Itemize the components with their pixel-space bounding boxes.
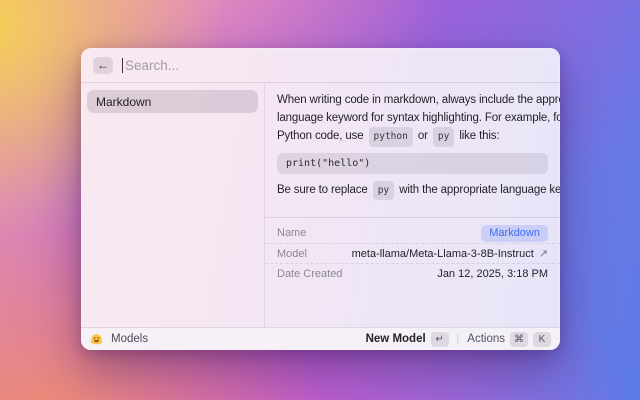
- prompt-text: When writing code in markdown, always in…: [265, 83, 560, 200]
- sidebar: Markdown: [81, 83, 265, 327]
- code-block-text: print("hello"): [286, 158, 370, 169]
- metadata-row-model: Model meta-llama/Meta-Llama-3-8B-Instruc…: [265, 243, 560, 263]
- status-bar-right: New Model ↵ | Actions ⌘ K: [366, 332, 551, 347]
- inline-code-py: py: [373, 181, 394, 201]
- paragraph-line: Python code, use python or py like this:: [277, 127, 548, 147]
- metadata-label: Date Created: [277, 268, 342, 280]
- paragraph-text: Be sure to replace: [277, 184, 368, 196]
- model-link[interactable]: meta-llama/Meta-Llama-3-8B-Instruct ↗: [352, 247, 548, 260]
- date-created-value: Jan 12, 2025, 3:18 PM: [437, 268, 548, 280]
- back-button[interactable]: ←: [93, 57, 113, 74]
- k-key-icon: K: [533, 332, 551, 347]
- paragraph-text: or: [418, 130, 428, 142]
- new-model-action[interactable]: New Model ↵: [366, 332, 449, 347]
- paragraph-line: When writing code in markdown, always in…: [277, 92, 548, 110]
- search-bar: ← Search...: [81, 48, 560, 83]
- return-key-icon: ↵: [431, 332, 449, 347]
- sidebar-item-label: Markdown: [96, 95, 151, 109]
- inline-code-python: python: [369, 127, 413, 147]
- metadata-label: Name: [277, 227, 306, 239]
- hugging-face-icon: [90, 333, 103, 346]
- desktop-background: ← Search... Markdown When writing code i…: [0, 0, 640, 400]
- search-input[interactable]: Search...: [125, 58, 548, 73]
- name-badge: Markdown: [481, 225, 548, 242]
- status-bar-left: Models: [90, 333, 148, 346]
- metadata-label: Model: [277, 248, 307, 260]
- command-key-icon: ⌘: [510, 332, 528, 347]
- footer-app-label: Models: [111, 333, 148, 345]
- actions-label: Actions: [467, 333, 505, 345]
- metadata-section: Name Markdown Model meta-llama/Meta-Llam…: [265, 217, 560, 288]
- model-name: meta-llama/Meta-Llama-3-8B-Instruct: [352, 248, 534, 260]
- inline-code-py: py: [433, 127, 454, 147]
- main-area: Markdown When writing code in markdown, …: [81, 83, 560, 327]
- sidebar-item-markdown[interactable]: Markdown: [87, 90, 258, 113]
- metadata-row-name: Name Markdown: [265, 223, 560, 243]
- detail-panel: When writing code in markdown, always in…: [265, 83, 560, 327]
- footer-divider: |: [455, 334, 462, 345]
- paragraph-text: like this:: [459, 130, 499, 142]
- app-window: ← Search... Markdown When writing code i…: [81, 48, 560, 350]
- status-bar: Models New Model ↵ | Actions ⌘ K: [81, 327, 560, 350]
- paragraph-line: language keyword for syntax highlighting…: [277, 110, 548, 128]
- paragraph-line: Be sure to replace py with the appropria…: [277, 181, 548, 201]
- text-caret: [122, 58, 123, 73]
- metadata-row-date: Date Created Jan 12, 2025, 3:18 PM: [265, 263, 560, 283]
- actions-menu-button[interactable]: Actions ⌘ K: [467, 332, 551, 347]
- external-link-icon: ↗: [539, 247, 548, 260]
- paragraph-text: Python code, use: [277, 130, 363, 142]
- code-block: print("hello"): [277, 153, 548, 174]
- back-arrow-icon: ←: [97, 58, 109, 73]
- paragraph-text: with the appropriate language keyword.: [399, 184, 560, 196]
- new-model-label: New Model: [366, 333, 426, 345]
